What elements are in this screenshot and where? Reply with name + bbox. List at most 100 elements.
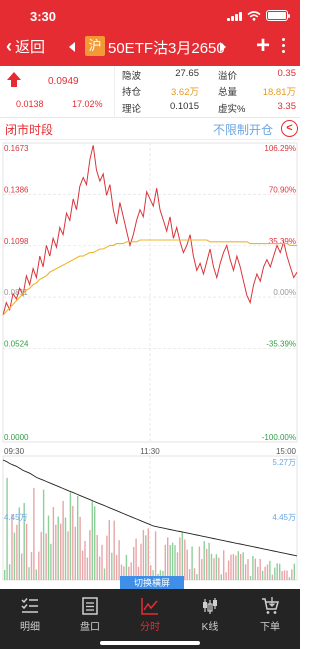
volume-bar bbox=[64, 517, 67, 580]
volume-bar bbox=[271, 574, 274, 580]
volume-bar bbox=[96, 535, 98, 580]
x-axis: 09:30 11:30 15:00 bbox=[4, 447, 297, 456]
tab-details[interactable]: 明细 bbox=[0, 589, 60, 649]
volume-bar bbox=[62, 500, 64, 580]
y-axis-left: 0.16730.13860.10980.08110.05240.0000 bbox=[4, 144, 29, 442]
volume-bar bbox=[252, 556, 254, 580]
quote-row: 隐波 27.65 溢价 0.35 bbox=[122, 66, 298, 82]
volume-bar bbox=[264, 566, 266, 580]
tab-kline[interactable]: K线 bbox=[180, 589, 240, 649]
volume-bar bbox=[213, 558, 215, 580]
tab-label: K线 bbox=[201, 622, 219, 633]
volume-bar bbox=[108, 520, 110, 580]
chevron-left-icon[interactable]: < bbox=[281, 120, 298, 137]
y-tick-label: 106.29% bbox=[264, 144, 296, 153]
x-tick-label: 09:30 bbox=[4, 447, 25, 456]
volume-bar bbox=[203, 541, 205, 580]
volume-bar bbox=[98, 556, 101, 580]
add-watchlist-button[interactable]: + bbox=[256, 32, 270, 60]
volume-bar bbox=[11, 514, 13, 580]
up-arrow-icon bbox=[7, 72, 21, 87]
status-time: 3:30 bbox=[30, 9, 57, 24]
landscape-toggle-button[interactable]: 切换横屏 bbox=[120, 576, 184, 590]
volume-bar bbox=[145, 535, 147, 580]
volume-bar bbox=[111, 552, 113, 580]
intraday-chart-svg: 0.16730.13860.10980.08110.05240.0000 106… bbox=[2, 142, 298, 581]
volume-bar bbox=[77, 495, 79, 580]
volume-bar bbox=[84, 541, 86, 580]
volume-bar bbox=[89, 530, 91, 580]
volume-bar bbox=[247, 559, 249, 580]
volume-bar bbox=[101, 544, 103, 580]
x-tick-label: 11:30 bbox=[140, 447, 160, 456]
next-contract-icon[interactable] bbox=[220, 42, 226, 52]
price-panel-frame bbox=[2, 142, 298, 443]
volume-bar bbox=[196, 574, 198, 580]
volume-bar bbox=[218, 557, 220, 580]
quote-panel: 0.0949 0.0138 17.02% 隐波 27.65 溢价 0.35 持仓… bbox=[0, 66, 300, 118]
market-badge: 沪 bbox=[85, 36, 105, 56]
more-icon[interactable] bbox=[282, 38, 285, 53]
tab-place-order[interactable]: 下单 bbox=[240, 589, 300, 649]
y-tick-label: 70.90% bbox=[269, 185, 296, 194]
bottom-tabbar: 明细 盘口 分时 K线 下单 bbox=[0, 589, 300, 649]
chevron-left-icon: ‹ bbox=[6, 36, 12, 56]
volume-bar bbox=[106, 535, 108, 580]
signal-icon bbox=[227, 11, 242, 21]
volume-bar bbox=[167, 537, 169, 580]
home-indicator bbox=[100, 641, 200, 645]
volume-bar bbox=[81, 550, 84, 580]
volume-bar bbox=[179, 537, 181, 580]
y-tick-label: -100.00% bbox=[262, 433, 296, 442]
y-axis-right: 106.29%70.90%35.39%0.00%-35.39%-100.00% bbox=[262, 144, 296, 442]
volume-bar bbox=[220, 574, 222, 580]
volume-bar bbox=[30, 552, 33, 580]
contract-title: 50ETF沽3月2650 bbox=[108, 40, 225, 57]
tab-label: 分时 bbox=[140, 622, 160, 633]
last-price: 0.0949 bbox=[48, 76, 79, 87]
line-chart-icon bbox=[141, 598, 158, 615]
tab-order-book[interactable]: 盘口 bbox=[60, 589, 120, 649]
volume-bar bbox=[57, 516, 59, 580]
volume-bar bbox=[288, 577, 291, 580]
volume-bar bbox=[40, 531, 42, 580]
quote-value: 27.65 bbox=[175, 68, 199, 79]
volume-bar bbox=[55, 524, 57, 580]
y-tick-label: 0.0524 bbox=[4, 339, 29, 348]
tab-label: 盘口 bbox=[80, 622, 100, 633]
volume-bar bbox=[103, 568, 106, 580]
volume-bar bbox=[91, 501, 93, 580]
tab-intraday[interactable]: 分时 bbox=[120, 589, 180, 649]
quote-label: 理论 bbox=[122, 104, 142, 115]
volume-bar bbox=[191, 546, 193, 580]
y-tick-label: 0.1386 bbox=[4, 185, 29, 194]
volume-bar bbox=[286, 570, 288, 580]
y-tick-label: 0.1098 bbox=[4, 237, 29, 246]
session-bar: 闭市时段 不限制开仓 < bbox=[0, 118, 300, 140]
previous-contract-icon[interactable] bbox=[69, 42, 75, 52]
volume-bar bbox=[257, 566, 259, 580]
battery-icon bbox=[266, 10, 290, 21]
back-button[interactable]: ‹ 返回 bbox=[6, 36, 45, 57]
volume-bar bbox=[4, 570, 6, 580]
intraday-chart[interactable]: 0.1673 0.1386 0.1098 0.0811 0.0524 0.0000 106… bbox=[0, 140, 300, 588]
volume-bar bbox=[198, 546, 201, 580]
volume-bar bbox=[45, 533, 47, 580]
volume-bar bbox=[181, 531, 183, 580]
tab-label: 下单 bbox=[260, 622, 280, 633]
volume-bar bbox=[227, 560, 230, 580]
volume-bar bbox=[269, 560, 271, 580]
header: 3:30 ‹ 返回 沪 50ETF沽3月2650 + bbox=[0, 0, 300, 66]
tab-label: 明细 bbox=[20, 622, 40, 633]
quote-value: 18.81万 bbox=[262, 87, 296, 98]
volume-bar bbox=[113, 520, 115, 580]
volume-bar bbox=[232, 554, 235, 580]
volume-bar bbox=[186, 549, 188, 580]
quote-value: 0.1015 bbox=[169, 101, 199, 112]
volume-bar bbox=[74, 526, 76, 580]
volume-bar bbox=[237, 551, 239, 580]
volume-bar bbox=[208, 542, 210, 580]
volume-bar bbox=[21, 553, 23, 580]
volume-bar bbox=[69, 492, 72, 580]
volume-bar bbox=[50, 543, 52, 580]
